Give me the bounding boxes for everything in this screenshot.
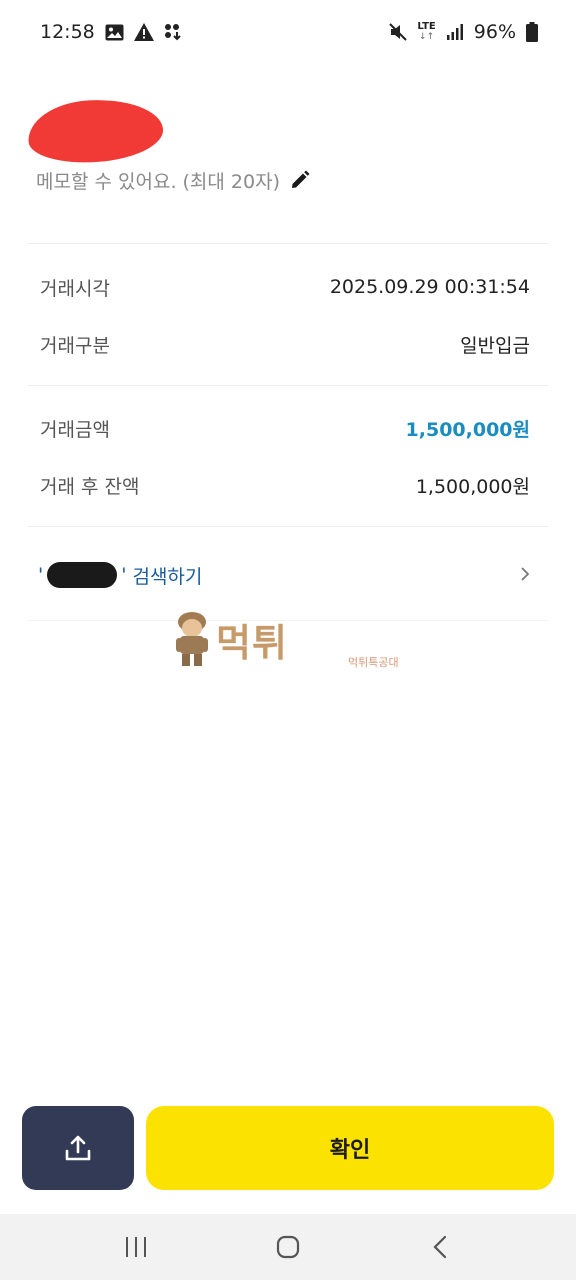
- row-value: 2025.09.29 00:31:54: [329, 276, 530, 298]
- gallery-icon: [105, 24, 124, 40]
- back-icon: [433, 1235, 447, 1259]
- row-label: 거래시각: [40, 277, 110, 300]
- home-icon: [276, 1235, 300, 1259]
- search-left: ' ' 검색하기: [38, 562, 202, 589]
- memo-placeholder: 메모할 수 있어요. (최대 20자): [36, 170, 281, 193]
- pencil-icon[interactable]: [290, 170, 310, 190]
- status-bar: 12:58 LTE ↓↑ 96%: [0, 0, 576, 64]
- row-label: 거래구분: [40, 334, 110, 357]
- clock: 12:58: [40, 21, 95, 43]
- lte-arrows: ↓↑: [419, 32, 435, 42]
- soldier-mascot-icon: [176, 612, 208, 666]
- watermark: 먹튀: [174, 610, 288, 668]
- share-upload-button[interactable]: [22, 1106, 134, 1190]
- divider: [28, 385, 548, 386]
- row-value: 1,500,000원: [415, 475, 530, 498]
- system-nav-bar: [0, 1214, 576, 1280]
- row-value-amount: 1,500,000원: [405, 418, 530, 441]
- watermark-text: 먹튀: [216, 620, 288, 665]
- recents-icon: [126, 1237, 146, 1257]
- back-button[interactable]: [410, 1222, 470, 1272]
- divider: [28, 526, 548, 527]
- mute-icon: [389, 23, 408, 41]
- quote-open: ': [38, 564, 44, 586]
- status-right: LTE ↓↑ 96%: [389, 21, 538, 43]
- warning-icon: [133, 23, 154, 41]
- search-label: 검색하기: [132, 565, 203, 588]
- battery-percent: 96%: [473, 21, 516, 43]
- status-left: 12:58: [40, 21, 182, 43]
- detail-row-balance: 거래 후 잔액 1,500,000원: [40, 469, 530, 501]
- lte-label: LTE: [417, 21, 436, 32]
- row-label: 거래금액: [40, 418, 110, 441]
- battery-icon: [526, 22, 538, 42]
- confirm-button[interactable]: 확인: [146, 1106, 554, 1190]
- divider: [28, 620, 548, 621]
- row-label: 거래 후 잔액: [40, 475, 140, 498]
- search-counterparty-link[interactable]: ' ' 검색하기: [38, 558, 530, 592]
- home-button[interactable]: [258, 1222, 318, 1272]
- redacted-account-name: [26, 95, 165, 167]
- download-icon: [164, 24, 181, 41]
- detail-row-type: 거래구분 일반입금: [40, 328, 530, 360]
- signal-icon: [446, 24, 463, 40]
- detail-row-time: 거래시각 2025.09.29 00:31:54: [40, 271, 530, 303]
- quote-close: ': [121, 564, 127, 586]
- lte-indicator: LTE ↓↑: [417, 21, 436, 43]
- watermark-sub: 먹튀특공대: [348, 656, 399, 669]
- redacted-counterparty: [47, 562, 118, 588]
- recents-button[interactable]: [106, 1222, 166, 1272]
- chevron-right-icon: [520, 565, 530, 586]
- divider: [28, 243, 548, 244]
- detail-row-amount: 거래금액 1,500,000원: [40, 412, 530, 444]
- upload-icon: [65, 1135, 91, 1161]
- row-value: 일반입금: [460, 334, 530, 357]
- memo-field[interactable]: 메모할 수 있어요. (최대 20자): [36, 166, 310, 194]
